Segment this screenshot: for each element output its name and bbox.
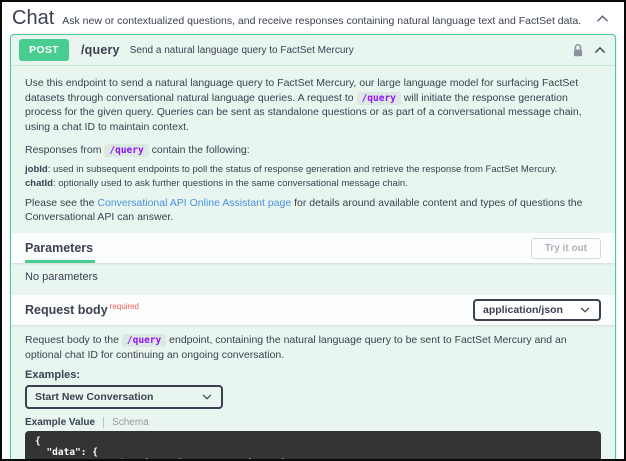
description-paragraph-3: Please see the Conversational API Online… (25, 196, 601, 225)
method-badge: POST (19, 39, 69, 61)
endpoint-description: Use this endpoint to send a natural lang… (11, 66, 615, 233)
lock-icon[interactable] (572, 43, 584, 58)
term-description: : used in subsequent endpoints to poll t… (47, 164, 558, 176)
model-example-tabs: Example Value Schema (25, 417, 601, 429)
endpoint-summary: Send a natural language query to FactSet… (129, 45, 354, 56)
examples-label: Examples: (25, 369, 81, 382)
content-type-value: application/json (483, 304, 563, 317)
chatid-term-line: chatId: optionally used to ask further q… (25, 177, 601, 190)
request-body-section-header: Request body required application/json (11, 295, 615, 326)
term-description: : optionally used to ask further questio… (52, 177, 408, 189)
examples-select[interactable]: Start New Conversation (25, 385, 223, 410)
tab-divider (103, 417, 105, 429)
description-paragraph-1: Use this endpoint to send a natural lang… (25, 76, 601, 135)
api-docs-page: Chat Ask new or contextualized questions… (0, 0, 626, 461)
endpoint-path: /query (81, 43, 120, 57)
query-code-chip: /query (121, 334, 167, 348)
tab-example-value[interactable]: Example Value (25, 417, 95, 428)
request-body-title-group: Request body required (25, 301, 139, 319)
opblock-summary[interactable]: POST /query Send a natural language quer… (11, 35, 615, 66)
parameters-section-header: Parameters Try it out (11, 233, 615, 264)
chevron-down-icon (202, 395, 212, 401)
parameters-tab[interactable]: Parameters (25, 233, 96, 264)
text: contain the following: (148, 143, 250, 156)
text: Responses from (25, 143, 105, 156)
description-paragraph-2: Responses from /query contain the follow… (25, 143, 601, 158)
chevron-up-icon[interactable] (593, 43, 607, 57)
chevron-down-icon (580, 307, 590, 313)
request-body-title: Request body (25, 303, 108, 318)
response-fields-list: jobId: used in subsequent endpoints to p… (25, 163, 601, 189)
online-assistant-link[interactable]: Conversational API Online Assistant page (97, 197, 291, 209)
examples-selected-value: Start New Conversation (35, 391, 154, 404)
query-code-chip: /query (104, 143, 149, 157)
query-code-chip: /query (356, 91, 401, 105)
content-type-select[interactable]: application/json (473, 299, 601, 322)
section-description: Ask new or contextualized questions, and… (62, 14, 582, 27)
example-code[interactable]: { "data": { "query": "What is Tesla's en… (25, 431, 601, 459)
term-name: jobId (25, 164, 48, 176)
no-parameters-message: No parameters (25, 271, 98, 284)
required-badge: required (109, 302, 140, 312)
term-name: chatId (25, 177, 53, 189)
try-it-out-button[interactable]: Try it out (530, 237, 601, 259)
section-title: Chat (12, 7, 55, 29)
request-body-description: Request body to the /query endpoint, con… (11, 325, 615, 362)
text: Request body to the (25, 334, 122, 347)
jobid-term-line: jobId: used in subsequent endpoints to p… (25, 163, 601, 176)
tab-schema[interactable]: Schema (112, 417, 149, 428)
chevron-up-icon[interactable] (595, 11, 610, 26)
opblock-post-query: POST /query Send a natural language quer… (10, 34, 616, 459)
chat-section-header[interactable]: Chat Ask new or contextualized questions… (2, 2, 624, 32)
text: Please see the (25, 196, 98, 209)
